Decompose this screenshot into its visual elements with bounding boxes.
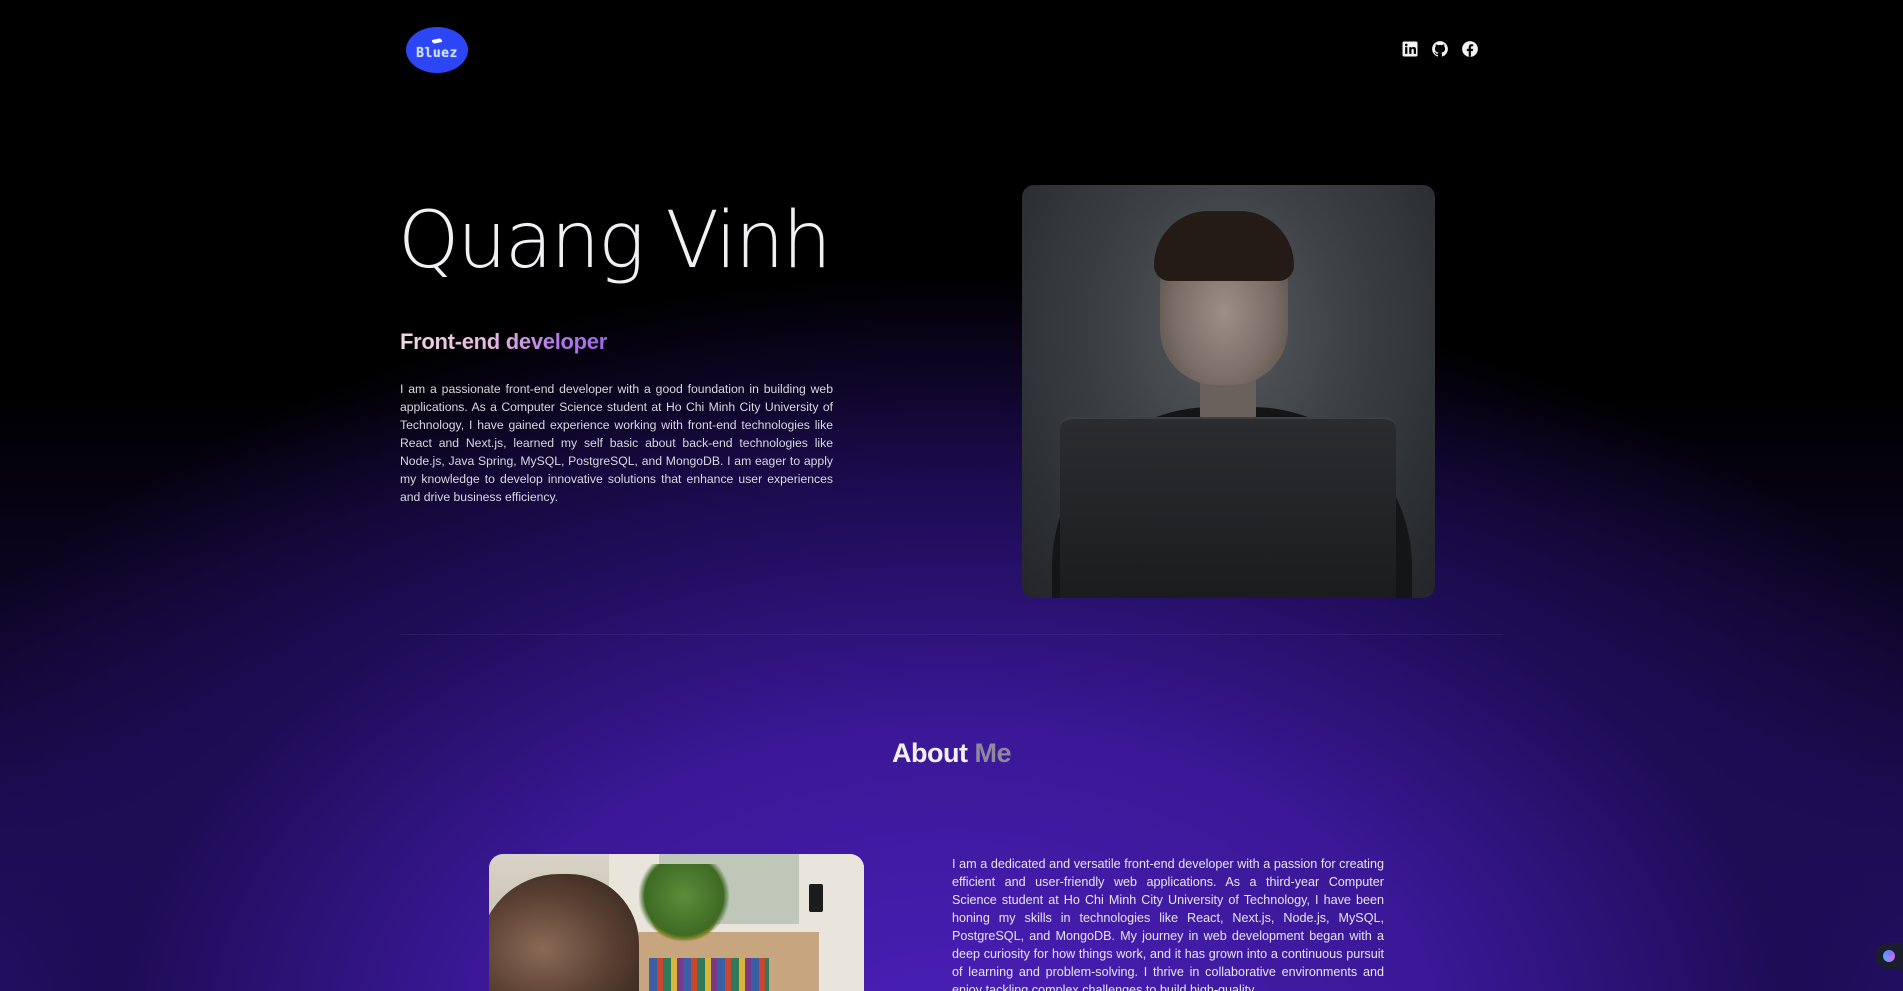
social-links — [1401, 40, 1479, 58]
linkedin-icon[interactable] — [1401, 40, 1419, 58]
hero-photo — [1022, 185, 1435, 598]
hero-description: I am a passionate front-end developer wi… — [400, 382, 833, 504]
floating-widget-button[interactable] — [1875, 943, 1903, 969]
widget-logo-icon — [1883, 950, 1895, 962]
about-title: About Me — [0, 738, 1903, 769]
about-title-accent: Me — [974, 738, 1011, 768]
about-photo — [489, 854, 864, 991]
portfolio-page: Bluez Quang Vinh Front-end developer I a… — [0, 0, 1903, 991]
logo-text: Bluez — [416, 46, 458, 61]
facebook-icon[interactable] — [1461, 40, 1479, 58]
site-logo[interactable]: Bluez — [406, 27, 468, 73]
section-divider — [400, 634, 1503, 635]
logo-mark-icon — [431, 38, 443, 44]
hero-role: Front-end developer — [400, 329, 607, 354]
hero-name: Quang Vinh — [398, 196, 832, 286]
github-icon[interactable] — [1431, 40, 1449, 58]
about-title-main: About — [892, 738, 968, 768]
about-text: I am a dedicated and versatile front-end… — [952, 857, 1384, 991]
